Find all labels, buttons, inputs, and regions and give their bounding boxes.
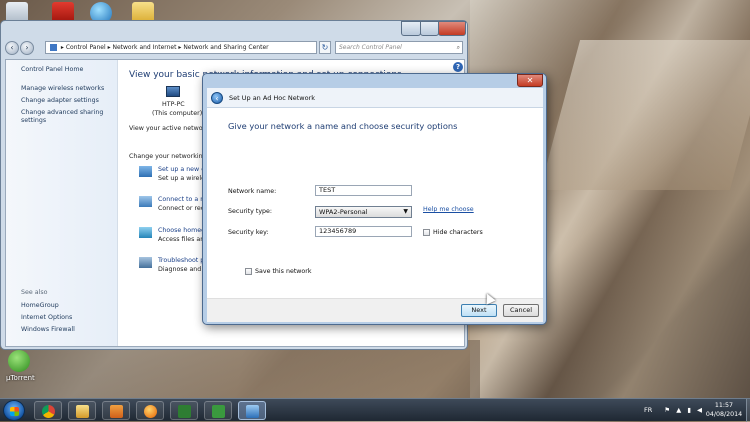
volume-icon[interactable]: ◀ — [697, 406, 702, 414]
utorrent-icon[interactable] — [8, 350, 30, 372]
media-player-icon — [110, 405, 123, 418]
show-desktop-button[interactable] — [746, 399, 750, 422]
clock-date: 04/08/2014 — [705, 411, 743, 418]
taskbar: FR ⚑ ▲ ▮ ◀ 11:57 04/08/2014 — [0, 398, 750, 422]
search-placeholder: Search Control Panel — [339, 44, 402, 51]
sidebar-item-home[interactable]: Control Panel Home — [21, 66, 83, 74]
language-indicator[interactable]: FR — [644, 406, 652, 414]
show-hidden-icon[interactable]: ▲ — [676, 406, 681, 414]
see-also-heading: See also — [21, 289, 48, 296]
new-connection-icon — [139, 166, 152, 177]
refresh-button[interactable]: ↻ — [319, 41, 331, 54]
security-type-label: Security type: — [228, 208, 273, 215]
dialog-heading: Give your network a name and choose secu… — [228, 121, 458, 131]
sidebar-item-wireless[interactable]: Manage wireless networks — [21, 85, 104, 93]
taskbar-control-panel[interactable] — [238, 401, 266, 420]
task-homegroup-desc: Access files and — [158, 236, 209, 243]
flag-icon[interactable]: ⚑ — [664, 406, 670, 414]
sidebar-item-advanced-sharing-line2[interactable]: settings — [21, 117, 46, 125]
sidebar-item-firewall[interactable]: Windows Firewall — [21, 326, 75, 334]
taskbar-chrome[interactable] — [34, 401, 62, 420]
minimize-button[interactable] — [401, 21, 421, 36]
help-icon[interactable]: ? — [453, 62, 463, 72]
network-icon[interactable]: ▮ — [687, 406, 691, 414]
security-key-field[interactable]: 123456789 — [315, 226, 412, 237]
taskbar-explorer[interactable] — [68, 401, 96, 420]
chrome-icon — [42, 405, 55, 418]
homegroup-icon — [139, 227, 152, 238]
network-name-label: Network name: — [228, 188, 277, 195]
security-type-value: WPA2-Personal — [319, 208, 368, 216]
address-bar[interactable]: ▸ Control Panel ▸ Network and Internet ▸… — [45, 41, 317, 54]
control-panel-icon — [50, 44, 57, 51]
security-type-select[interactable]: WPA2-Personal ▼ — [315, 206, 412, 218]
cancel-button[interactable]: Cancel — [503, 304, 539, 317]
system-tray[interactable]: FR ⚑ ▲ ▮ ◀ — [644, 406, 702, 414]
help-me-choose-link[interactable]: Help me choose — [423, 206, 474, 213]
window-titlebar[interactable] — [1, 21, 467, 39]
change-settings-label: Change your networking s — [129, 153, 212, 160]
back-arrow-icon[interactable]: ‹ — [211, 92, 223, 104]
sidebar-item-advanced-sharing[interactable]: Change advanced sharing — [21, 109, 103, 117]
breadcrumb-network-sharing[interactable]: Network and Sharing Center — [183, 44, 268, 51]
taskbar-media-player[interactable] — [102, 401, 130, 420]
dialog-header: ‹ Set Up an Ad Hoc Network — [207, 88, 543, 108]
hide-characters-label[interactable]: Hide characters — [433, 229, 483, 236]
dialog-body: Give your network a name and choose secu… — [207, 108, 543, 298]
close-button[interactable] — [438, 21, 466, 36]
sidebar-item-internet-options[interactable]: Internet Options — [21, 314, 72, 322]
control-panel-icon — [246, 405, 259, 418]
adhoc-network-dialog[interactable]: ✕ ‹ Set Up an Ad Hoc Network Give your n… — [202, 73, 547, 325]
computer-icon — [166, 86, 180, 97]
taskbar-camtasia[interactable] — [170, 401, 198, 420]
taskbar-firefox[interactable] — [136, 401, 164, 420]
search-input[interactable]: Search Control Panel ⌕ — [335, 41, 463, 54]
windows-logo-icon — [10, 407, 19, 416]
sidebar: Control Panel Home Manage wireless netwo… — [6, 60, 118, 346]
active-networks-label: View your active networks — [129, 125, 213, 132]
task-troubleshoot[interactable]: Troubleshoot pr — [158, 257, 207, 264]
explorer-icon — [76, 405, 89, 418]
navigation-bar: ‹ › ▸ Control Panel ▸ Network and Intern… — [5, 39, 465, 57]
dialog-close-button[interactable]: ✕ — [517, 74, 543, 87]
task-choose-homegroup[interactable]: Choose homeg — [158, 227, 205, 234]
back-button[interactable]: ‹ — [5, 41, 19, 55]
dialog-title: Set Up an Ad Hoc Network — [229, 94, 316, 102]
utorrent-label: µTorrent — [6, 374, 35, 382]
security-key-label: Security key: — [228, 229, 269, 236]
connect-network-icon — [139, 196, 152, 207]
sidebar-item-homegroup[interactable]: HomeGroup — [21, 302, 59, 310]
computer-subtitle: (This computer) — [152, 110, 203, 117]
maximize-button[interactable] — [420, 21, 439, 36]
save-network-checkbox[interactable] — [245, 268, 252, 275]
chevron-down-icon: ▼ — [403, 208, 408, 215]
taskbar-camtasia-recorder[interactable] — [204, 401, 232, 420]
save-network-label[interactable]: Save this network — [255, 268, 312, 275]
clock[interactable]: 11:57 04/08/2014 — [704, 401, 744, 419]
search-icon[interactable]: ⌕ — [457, 42, 460, 53]
task-setup-connection[interactable]: Set up a new co — [158, 166, 209, 173]
start-button[interactable] — [3, 400, 25, 421]
clock-time: 11:57 — [714, 402, 734, 409]
next-button[interactable]: Next — [461, 304, 497, 317]
camtasia-recorder-icon — [212, 405, 225, 418]
forward-button[interactable]: › — [20, 41, 34, 55]
firefox-icon — [144, 405, 157, 418]
breadcrumb-network-internet[interactable]: Network and Internet — [112, 44, 176, 51]
breadcrumb-control-panel[interactable]: Control Panel — [66, 44, 106, 51]
computer-name: HTP-PC — [162, 101, 185, 108]
sidebar-item-adapter[interactable]: Change adapter settings — [21, 97, 99, 105]
network-name-field[interactable]: TEST — [315, 185, 412, 196]
camtasia-icon — [178, 405, 191, 418]
hide-characters-checkbox[interactable] — [423, 229, 430, 236]
troubleshoot-icon — [139, 257, 152, 268]
